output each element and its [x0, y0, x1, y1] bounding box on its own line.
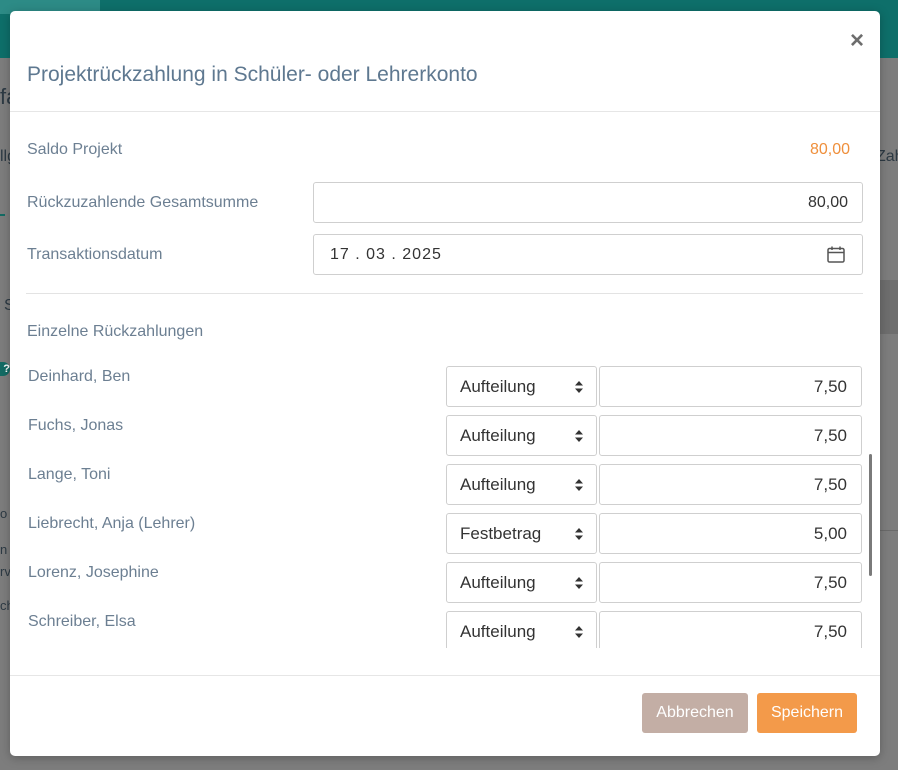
- select-value: Aufteilung: [460, 475, 536, 494]
- date-label: Transaktionsdatum: [27, 246, 163, 263]
- section-title: Einzelne Rückzahlungen: [27, 323, 204, 340]
- modal-header: Projektrückzahlung in Schüler- oder Lehr…: [10, 11, 880, 112]
- list-item: Deinhard, Ben Aufteilung 7,50: [10, 356, 880, 407]
- close-button[interactable]: ×: [847, 29, 867, 53]
- amount-input[interactable]: 7,50: [599, 611, 862, 648]
- save-button[interactable]: Speichern: [757, 693, 857, 733]
- list-item: Liebrecht, Anja (Lehrer) Festbetrag 5,00: [10, 503, 880, 554]
- person-name: Lange, Toni: [28, 466, 111, 483]
- calendar-icon[interactable]: [827, 246, 845, 263]
- select-arrows-icon: [575, 479, 583, 491]
- list-item: Fuchs, Jonas Aufteilung 7,50: [10, 405, 880, 456]
- distribution-type-select[interactable]: Festbetrag: [446, 513, 597, 554]
- select-value: Aufteilung: [460, 622, 536, 641]
- person-name: Schreiber, Elsa: [28, 613, 136, 630]
- saldo-label: Saldo Projekt: [27, 141, 123, 158]
- list-item: Schreiber, Elsa Aufteilung 7,50: [10, 601, 880, 648]
- background-dash: [0, 214, 5, 216]
- distribution-type-select[interactable]: Aufteilung: [446, 366, 597, 407]
- background-table-header: [880, 280, 898, 334]
- select-arrows-icon: [575, 528, 583, 540]
- cancel-button[interactable]: Abbrechen: [642, 693, 748, 733]
- total-amount-input[interactable]: 80,00: [313, 182, 863, 223]
- section-divider: [26, 293, 863, 294]
- background-text-fragment: o: [0, 506, 8, 521]
- select-arrows-icon: [575, 430, 583, 442]
- background-text-fragment: n: [0, 542, 8, 557]
- distribution-type-select[interactable]: Aufteilung: [446, 415, 597, 456]
- date-value: 17 . 03 . 2025: [330, 246, 442, 263]
- select-arrows-icon: [575, 577, 583, 589]
- transaction-date-input[interactable]: 17 . 03 . 2025: [313, 234, 863, 275]
- help-icon: ?: [0, 362, 10, 376]
- person-name: Deinhard, Ben: [28, 368, 131, 385]
- modal-footer-divider: [10, 675, 880, 676]
- refund-modal: Projektrückzahlung in Schüler- oder Lehr…: [10, 11, 880, 756]
- amount-input[interactable]: 7,50: [599, 415, 862, 456]
- total-label: Rückzuzahlende Gesamtsumme: [27, 194, 259, 211]
- select-arrows-icon: [575, 626, 583, 638]
- select-value: Aufteilung: [460, 573, 536, 592]
- distribution-type-select[interactable]: Aufteilung: [446, 611, 597, 648]
- list-item: Lange, Toni Aufteilung 7,50: [10, 454, 880, 505]
- amount-input[interactable]: 7,50: [599, 366, 862, 407]
- amount-input[interactable]: 7,50: [599, 464, 862, 505]
- select-value: Aufteilung: [460, 377, 536, 396]
- list-item: Lorenz, Josephine Aufteilung 7,50: [10, 552, 880, 603]
- select-arrows-icon: [575, 381, 583, 393]
- list-scrollbar[interactable]: [869, 454, 872, 576]
- modal-title: Projektrückzahlung in Schüler- oder Lehr…: [27, 63, 478, 86]
- select-value: Festbetrag: [460, 524, 542, 543]
- amount-input[interactable]: 7,50: [599, 562, 862, 603]
- close-icon: ×: [849, 27, 864, 54]
- background-divider: [880, 530, 898, 531]
- distribution-type-select[interactable]: Aufteilung: [446, 562, 597, 603]
- person-name: Lorenz, Josephine: [28, 564, 159, 581]
- person-name: Fuchs, Jonas: [28, 417, 124, 434]
- select-value: Aufteilung: [460, 426, 536, 445]
- person-name: Liebrecht, Anja (Lehrer): [28, 515, 196, 532]
- saldo-value: 80,00: [809, 141, 850, 158]
- refund-list[interactable]: Deinhard, Ben Aufteilung 7,50 Fuchs, Jon…: [10, 356, 880, 648]
- amount-input[interactable]: 5,00: [599, 513, 862, 554]
- distribution-type-select[interactable]: Aufteilung: [446, 464, 597, 505]
